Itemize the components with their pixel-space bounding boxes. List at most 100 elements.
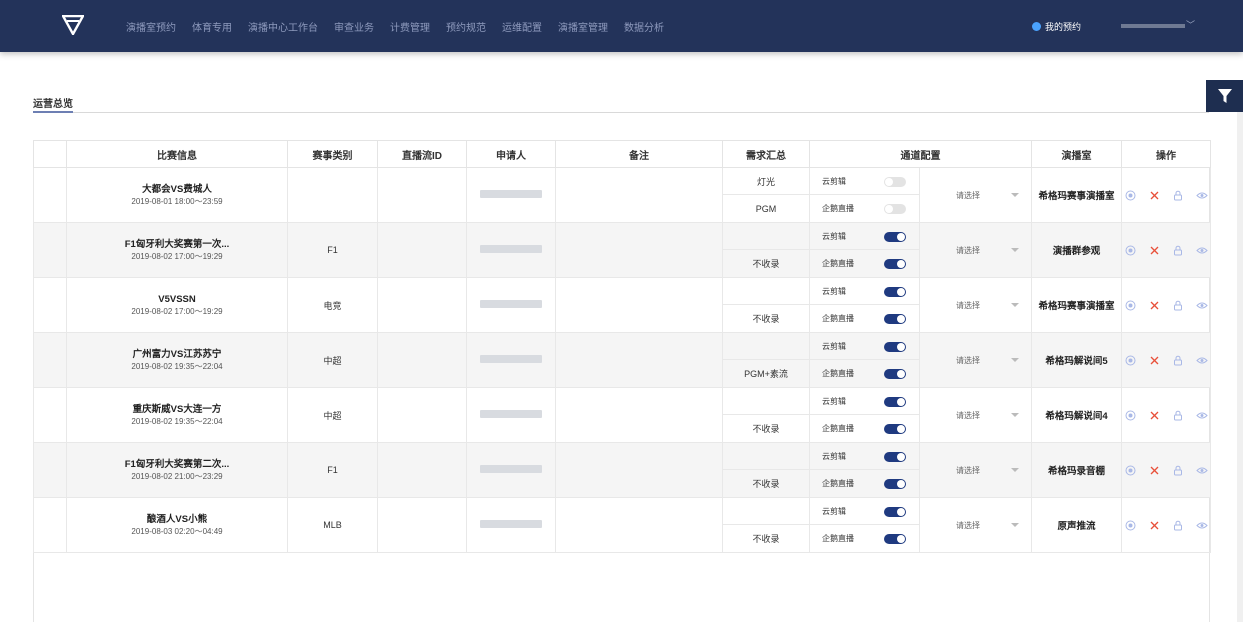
view-icon[interactable]: [1195, 243, 1209, 257]
record-icon[interactable]: [1123, 353, 1137, 367]
row-checkbox-cell[interactable]: [33, 222, 67, 278]
view-icon[interactable]: [1195, 518, 1209, 532]
my-reservation-link[interactable]: 我的预约: [1032, 20, 1081, 33]
filter-button[interactable]: [1206, 80, 1243, 112]
channel-select[interactable]: 请选择: [920, 300, 1031, 311]
delete-icon[interactable]: [1147, 463, 1161, 477]
view-icon[interactable]: [1195, 353, 1209, 367]
record-icon[interactable]: [1123, 408, 1137, 422]
penguin-live-toggle[interactable]: [884, 259, 906, 269]
delete-icon[interactable]: [1147, 243, 1161, 257]
logo-icon[interactable]: [62, 15, 84, 35]
select-placeholder: 请选择: [956, 300, 980, 310]
row-checkbox-cell[interactable]: [33, 332, 67, 388]
channel-penguin-live: 企鹅直播: [810, 250, 919, 277]
cloud-edit-toggle[interactable]: [884, 232, 906, 242]
cloud-edit-toggle[interactable]: [884, 177, 906, 187]
nav-item-studio-management[interactable]: 演播室管理: [558, 19, 608, 34]
record-icon[interactable]: [1123, 298, 1137, 312]
match-info-cell: 广州富力VS江苏苏宁 2019-08-02 19:35～22:04: [66, 332, 288, 388]
tab-operations-overview[interactable]: 运营总览: [33, 95, 73, 110]
nav-item-sports[interactable]: 体育专用: [192, 19, 232, 34]
nav-item-ops-config[interactable]: 运维配置: [502, 19, 542, 34]
row-checkbox-cell[interactable]: [33, 442, 67, 498]
penguin-live-toggle[interactable]: [884, 479, 906, 489]
channel-select[interactable]: 请选择: [920, 190, 1031, 201]
row-checkbox-cell[interactable]: [33, 497, 67, 553]
view-icon[interactable]: [1195, 463, 1209, 477]
channel-select[interactable]: 请选择: [920, 245, 1031, 256]
requirement-bottom: 不收录: [752, 534, 780, 544]
lock-icon[interactable]: [1171, 463, 1185, 477]
match-name: F1匈牙利大奖赛第一次...: [124, 239, 230, 250]
channel-select[interactable]: 请选择: [920, 520, 1031, 531]
nav-item-studio-workbench[interactable]: 演播中心工作台: [248, 19, 318, 34]
channel-label-cloud-edit: 云剪辑: [822, 396, 846, 406]
table-row: F1匈牙利大奖赛第一次... 2019-08-02 17:00～19:29 F1 不收…: [33, 222, 1211, 278]
row-checkbox-cell[interactable]: [33, 387, 67, 443]
penguin-live-toggle[interactable]: [884, 204, 906, 214]
delete-icon[interactable]: [1147, 353, 1161, 367]
nav-item-reservation-rules[interactable]: 预约规范: [446, 19, 486, 34]
channel-select-cell[interactable]: 请选择: [919, 442, 1032, 498]
chevron-down-icon: [1011, 523, 1019, 527]
channel-cloud-edit: 云剪辑: [810, 168, 919, 195]
penguin-live-toggle[interactable]: [884, 314, 906, 324]
cloud-edit-toggle[interactable]: [884, 342, 906, 352]
nav-item-billing[interactable]: 计费管理: [390, 19, 430, 34]
channel-penguin-live: 企鹅直播: [810, 360, 919, 387]
studio-cell: 希格玛解说间4: [1031, 387, 1122, 443]
delete-icon[interactable]: [1147, 188, 1161, 202]
requirement-bottom: 不收录: [752, 479, 780, 489]
channel-toggles-cell: 云剪辑 企鹅直播: [809, 222, 920, 278]
row-checkbox-cell[interactable]: [33, 167, 67, 223]
delete-icon[interactable]: [1147, 298, 1161, 312]
nav-item-review[interactable]: 审查业务: [334, 19, 374, 34]
stream-id-cell: [377, 497, 467, 553]
user-name-redacted[interactable]: [1121, 24, 1185, 28]
studio-name: 希格玛赛事演播室: [1038, 301, 1115, 312]
scrollbar[interactable]: [1237, 112, 1243, 622]
actions-cell: [1121, 222, 1211, 278]
record-icon[interactable]: [1123, 463, 1137, 477]
lock-icon[interactable]: [1171, 298, 1185, 312]
view-icon[interactable]: [1195, 408, 1209, 422]
nav-item-studio-reservation[interactable]: 演播室预约: [126, 19, 176, 34]
delete-icon[interactable]: [1147, 408, 1161, 422]
lock-icon[interactable]: [1171, 188, 1185, 202]
lock-icon[interactable]: [1171, 408, 1185, 422]
channel-select-cell[interactable]: 请选择: [919, 387, 1032, 443]
category-cell: 电竞: [287, 277, 378, 333]
channel-select-cell[interactable]: 请选择: [919, 332, 1032, 388]
record-icon[interactable]: [1123, 243, 1137, 257]
remarks-cell: [555, 222, 723, 278]
cloud-edit-toggle[interactable]: [884, 452, 906, 462]
record-icon[interactable]: [1123, 518, 1137, 532]
view-icon[interactable]: [1195, 188, 1209, 202]
channel-select-cell[interactable]: 请选择: [919, 277, 1032, 333]
cloud-edit-toggle[interactable]: [884, 287, 906, 297]
lock-icon[interactable]: [1171, 243, 1185, 257]
penguin-live-toggle[interactable]: [884, 424, 906, 434]
row-checkbox-cell[interactable]: [33, 277, 67, 333]
delete-icon[interactable]: [1147, 518, 1161, 532]
nav-item-data-analysis[interactable]: 数据分析: [624, 19, 664, 34]
header-stream-id: 直播流ID: [377, 140, 467, 168]
channel-select[interactable]: 请选择: [920, 410, 1031, 421]
cloud-edit-toggle[interactable]: [884, 397, 906, 407]
channel-toggles-cell: 云剪辑 企鹅直播: [809, 497, 920, 553]
channel-select[interactable]: 请选择: [920, 355, 1031, 366]
lock-icon[interactable]: [1171, 353, 1185, 367]
channel-select-cell[interactable]: 请选择: [919, 497, 1032, 553]
cloud-edit-toggle[interactable]: [884, 507, 906, 517]
channel-select-cell[interactable]: 请选择: [919, 222, 1032, 278]
lock-icon[interactable]: [1171, 518, 1185, 532]
view-icon[interactable]: [1195, 298, 1209, 312]
channel-select[interactable]: 请选择: [920, 465, 1031, 476]
channel-select-cell[interactable]: 请选择: [919, 167, 1032, 223]
penguin-live-toggle[interactable]: [884, 534, 906, 544]
penguin-live-toggle[interactable]: [884, 369, 906, 379]
table-body: 大都会VS费城人 2019-08-01 18:00～23:59 灯光 PGM 云剪辑 企鹅…: [33, 167, 1211, 553]
record-icon[interactable]: [1123, 188, 1137, 202]
chevron-down-icon[interactable]: ﹀: [1186, 18, 1195, 31]
